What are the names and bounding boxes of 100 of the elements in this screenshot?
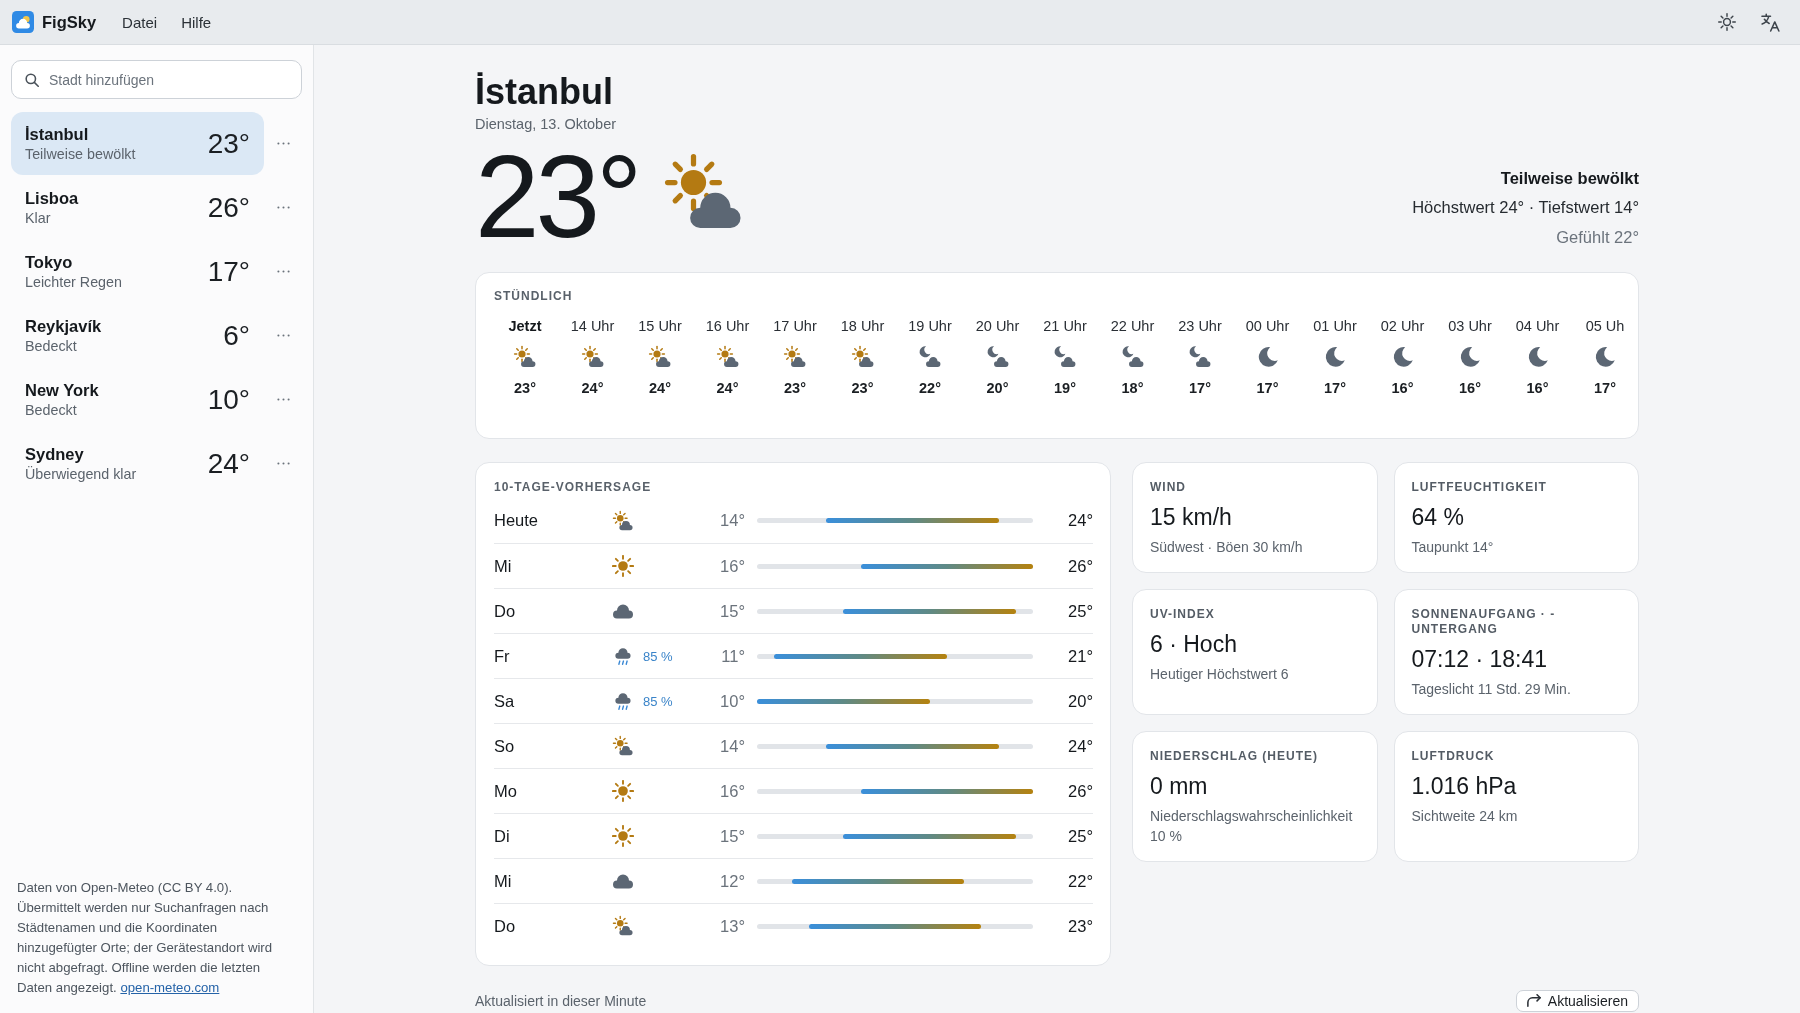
sun-cloud-icon [850,345,875,369]
low-temperature: 10° [720,691,745,711]
city-condition: Bedeckt [25,400,78,420]
city-condition: Leichter Regen [25,272,122,292]
more-icon[interactable] [276,142,290,145]
card-value: 64 % [1411,503,1465,531]
day-label: So [494,736,515,756]
search-icon [25,72,39,87]
rain-cloud-icon [612,690,634,712]
hour-label: 00 Uhr [1245,317,1290,336]
more-icon[interactable] [276,206,290,209]
sun-cloud-icon [580,345,605,369]
city-condition: Bedeckt [25,336,78,356]
hour-temperature: 22° [919,379,941,398]
hour-temperature: 20° [986,379,1009,398]
city-title: İstanbul [475,70,614,114]
refresh-button[interactable]: Aktualisieren [1515,989,1639,1012]
day-label: Do [494,916,516,936]
search-field[interactable]: Stadt hinzufügen [11,60,302,99]
city-list-item[interactable]: Sydney Überwiegend klar 24° [11,432,264,495]
sun-icon [612,825,634,847]
city-name: Sydney [25,443,85,464]
city-name: Tokyo [25,251,74,272]
section-title: STÜNDLICH [494,289,574,303]
sun-cloud-icon [612,509,634,532]
card-label: NIEDERSCHLAG (HEUTE) [1150,749,1319,764]
city-name: İstanbul [25,123,90,144]
low-temperature: 14° [720,511,745,530]
card-note: Südwest · Böen 30 km/h [1150,538,1304,557]
menu-item[interactable]: Datei [112,9,168,35]
hour-label: 03 Uhr [1448,317,1492,336]
high-temperature: 24° [1068,736,1093,756]
city-list-item[interactable]: New York Bedeckt 10° [11,368,264,431]
current-date: Dienstag, 13. Oktober [475,115,618,134]
city-temperature: 23° [207,127,250,160]
hour-temperature: 18° [1121,379,1144,398]
translate-icon[interactable] [1761,12,1780,32]
hour-temperature: 23° [514,379,536,398]
city-list-item[interactable]: Lisboa Klar 26° [11,176,264,239]
updated-text: Aktualisiert in dieser Minute [475,992,647,1009]
hour-temperature: 23° [784,379,806,398]
high-temperature: 25° [1068,826,1093,846]
hour-temperature: 17° [1594,379,1616,398]
curved-arrow-icon [1526,994,1541,1007]
high-temperature: 25° [1068,601,1093,621]
menu-item[interactable]: Hilfe [171,9,222,35]
section-title: 10-TAGE-VORHERSAGE [494,479,653,495]
moon-icon [1323,345,1347,369]
low-temperature: 13° [720,916,745,936]
sun-cloud-icon [513,345,537,369]
hour-temperature: 24° [581,379,604,398]
hour-label: 01 Uhr [1313,317,1357,336]
low-temperature: 12° [720,871,745,891]
sun-icon[interactable] [1718,13,1736,31]
hour-temperature: 17° [1324,379,1346,398]
low-temperature: 16° [720,556,745,576]
app-name: FigSky [42,12,97,32]
low-temperature: 16° [720,781,745,801]
city-list-item[interactable]: İstanbul Teilweise bewölkt 23° [11,112,264,175]
city-temperature: 26° [207,191,250,224]
more-icon[interactable] [276,398,290,401]
card-label: LUFTDRUCK [1411,749,1496,764]
hour-label: 22 Uhr [1110,317,1155,336]
more-icon[interactable] [276,462,290,465]
city-name: Lisboa [25,187,79,208]
attribution-link[interactable]: open-meteo.com [120,980,220,995]
sun-cloud-icon [648,345,672,369]
hour-label: 19 Uhr [908,317,952,336]
card-label: LUFTFEUCHTIGKEIT [1411,480,1548,495]
more-icon[interactable] [276,270,290,273]
moon-cloud-icon [1120,345,1145,369]
sun-cloud-icon [612,915,634,937]
hour-label: 17 Uhr [773,317,817,336]
day-label: Sa [494,691,515,711]
sun-cloud-icon [715,345,740,369]
card-note: Sichtweite 24 km [1411,807,1519,826]
card-note: Niederschlagswahrscheinlichkeit 10 % [1150,807,1354,846]
day-label: Heute [494,511,539,530]
city-name: New York [25,379,99,400]
high-temperature: 26° [1068,781,1093,801]
more-icon[interactable] [276,334,290,337]
day-label: Mi [494,871,512,891]
city-condition: Teilweise bewölkt [25,144,136,164]
hour-label: 18 Uhr [840,317,885,336]
hour-temperature: 16° [1459,379,1481,398]
hour-label: 15 Uhr [638,317,682,336]
hour-label: 23 Uhr [1178,317,1222,336]
attribution-text: Daten von Open-Meteo (CC BY 4.0). Übermittelt werden nur Suchanfragen nach Städtenamen und die Koordinaten hinzugefügter Orte; der Gerätestandort wird nicht abgefragt. Offline werden die letzten Daten angezeigt. open-meteo.com [16,879,274,997]
hour-temperature: 17° [1189,379,1211,398]
city-list-item[interactable]: Tokyo Leichter Regen 17° [11,240,264,303]
high-temperature: 22° [1068,871,1093,891]
high-temperature: 23° [1068,916,1093,936]
moon-icon [1458,345,1482,369]
hour-temperature: 16° [1526,379,1549,398]
day-label: Fr [494,646,510,666]
city-temperature: 17° [207,255,250,288]
hour-label: 16 Uhr [705,317,750,336]
city-list-item[interactable]: Reykjavík Bedeckt 6° [11,304,264,367]
card-note: Heutiger Höchstwert 6 [1150,665,1290,684]
hour-label: 21 Uhr [1043,317,1087,336]
